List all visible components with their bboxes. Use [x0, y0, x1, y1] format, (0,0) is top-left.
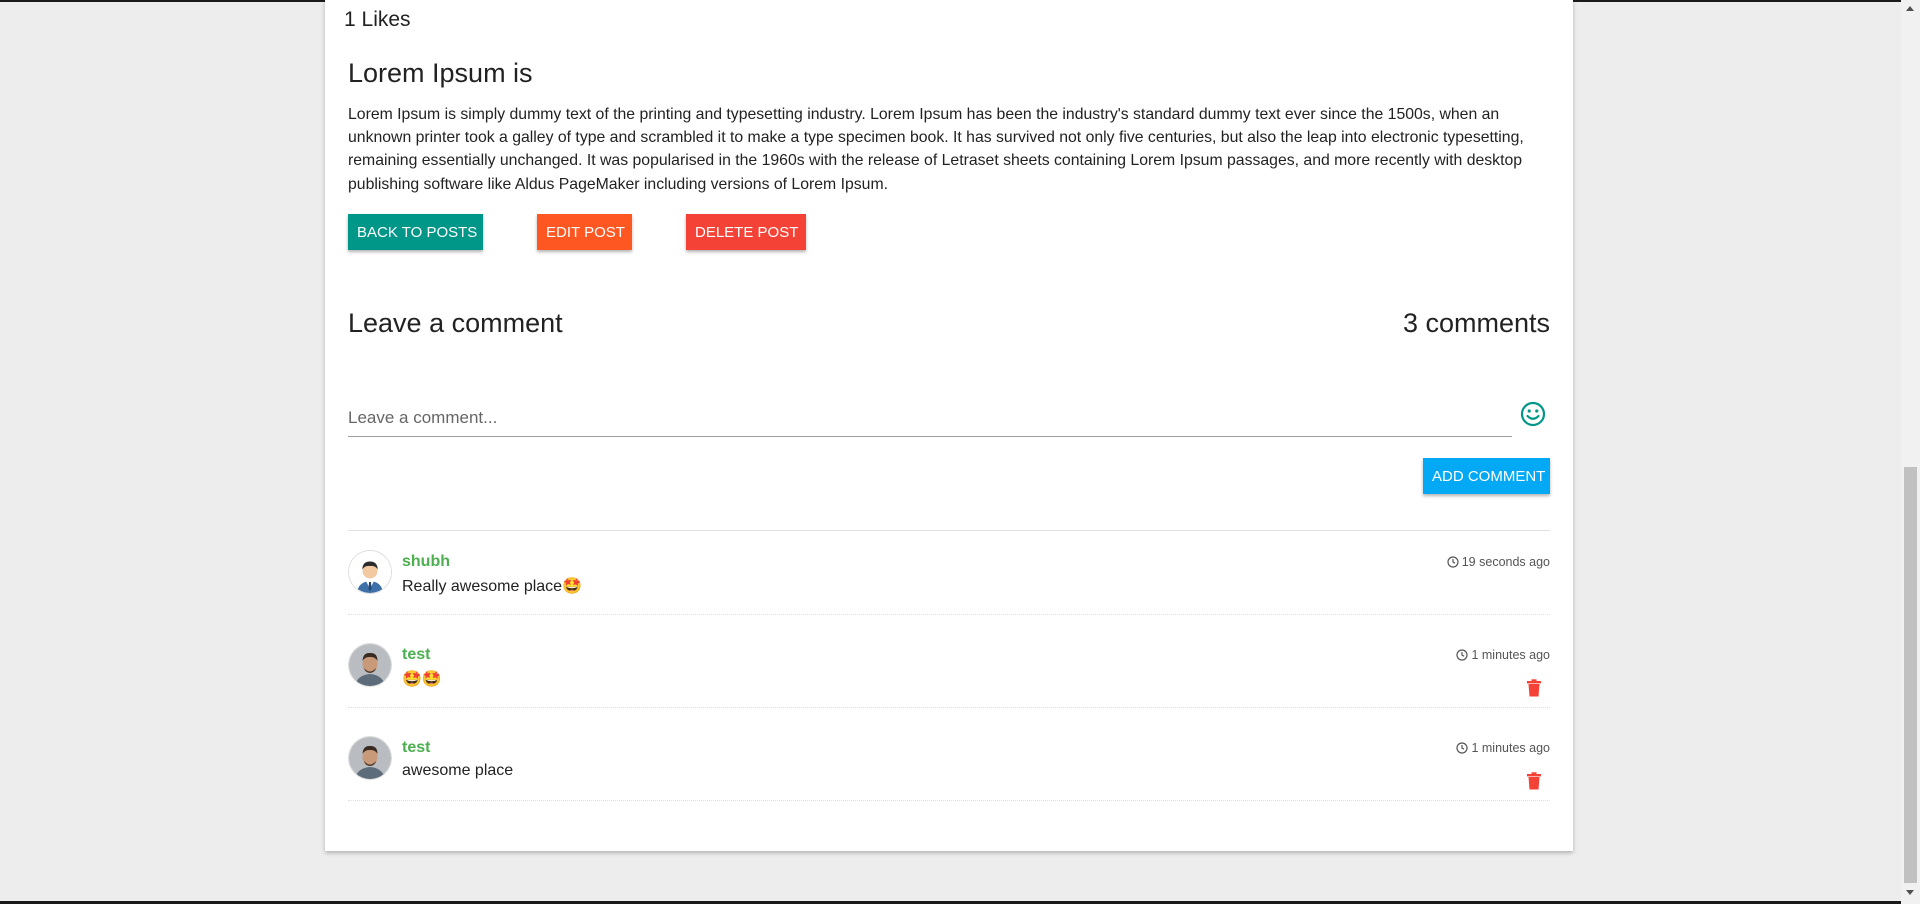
edit-post-button[interactable]: EDIT POST [537, 214, 632, 250]
comment-author: test [402, 646, 431, 663]
comment-item: test 🤩🤩 1 minutes ago [348, 643, 1550, 723]
add-comment-button[interactable]: ADD COMMENT [1423, 458, 1550, 494]
scroll-down-arrow-icon[interactable] [1906, 890, 1914, 895]
comment-author: shubh [402, 553, 450, 570]
comment-item: shubh Really awesome place🤩 19 seconds a… [348, 550, 1550, 630]
comment-text: awesome place [402, 762, 514, 779]
delete-post-button[interactable]: DELETE POST [686, 214, 806, 250]
avatar [348, 643, 392, 687]
clock-icon [1456, 742, 1469, 754]
vertical-scrollbar[interactable] [1901, 0, 1920, 904]
comment-count: 3 comments [1402, 308, 1550, 338]
comment-separator [348, 707, 1550, 708]
comment-item: test awesome place 1 minutes ago [348, 736, 1550, 816]
back-to-posts-button[interactable]: BACK TO POSTS [348, 214, 483, 250]
comment-author: test [402, 739, 431, 756]
comment-separator [348, 614, 1550, 615]
post-card: 1 Likes Lorem Ipsum is Lorem Ipsum is si… [325, 0, 1573, 851]
likes-count: 1 Likes [344, 8, 411, 31]
avatar [348, 736, 392, 780]
comment-input[interactable] [348, 399, 1512, 437]
post-body: Lorem Ipsum is simply dummy text of the … [348, 106, 1524, 193]
post-title: Lorem Ipsum is [348, 58, 533, 88]
comment-text: Really awesome place🤩 [402, 578, 582, 595]
trash-icon[interactable] [1526, 679, 1542, 697]
leave-comment-heading: Leave a comment [348, 308, 563, 338]
smiley-icon[interactable] [1519, 400, 1547, 428]
comment-time-text: 1 minutes ago [1471, 741, 1550, 755]
clock-icon [1447, 556, 1459, 568]
scrollbar-thumb[interactable] [1904, 467, 1917, 883]
clock-icon [1456, 649, 1469, 661]
scroll-up-arrow-icon[interactable] [1906, 6, 1914, 11]
trash-icon[interactable] [1526, 772, 1542, 790]
comment-time-text: 19 seconds ago [1461, 555, 1550, 569]
comment-text: 🤩🤩 [402, 671, 442, 688]
comment-separator [348, 800, 1550, 801]
comment-time: 19 seconds ago [1447, 555, 1550, 569]
avatar [348, 550, 392, 594]
comments-divider [348, 530, 1550, 531]
comment-time-text: 1 minutes ago [1471, 648, 1550, 662]
comment-time: 1 minutes ago [1456, 648, 1550, 662]
comment-time: 1 minutes ago [1456, 741, 1550, 755]
